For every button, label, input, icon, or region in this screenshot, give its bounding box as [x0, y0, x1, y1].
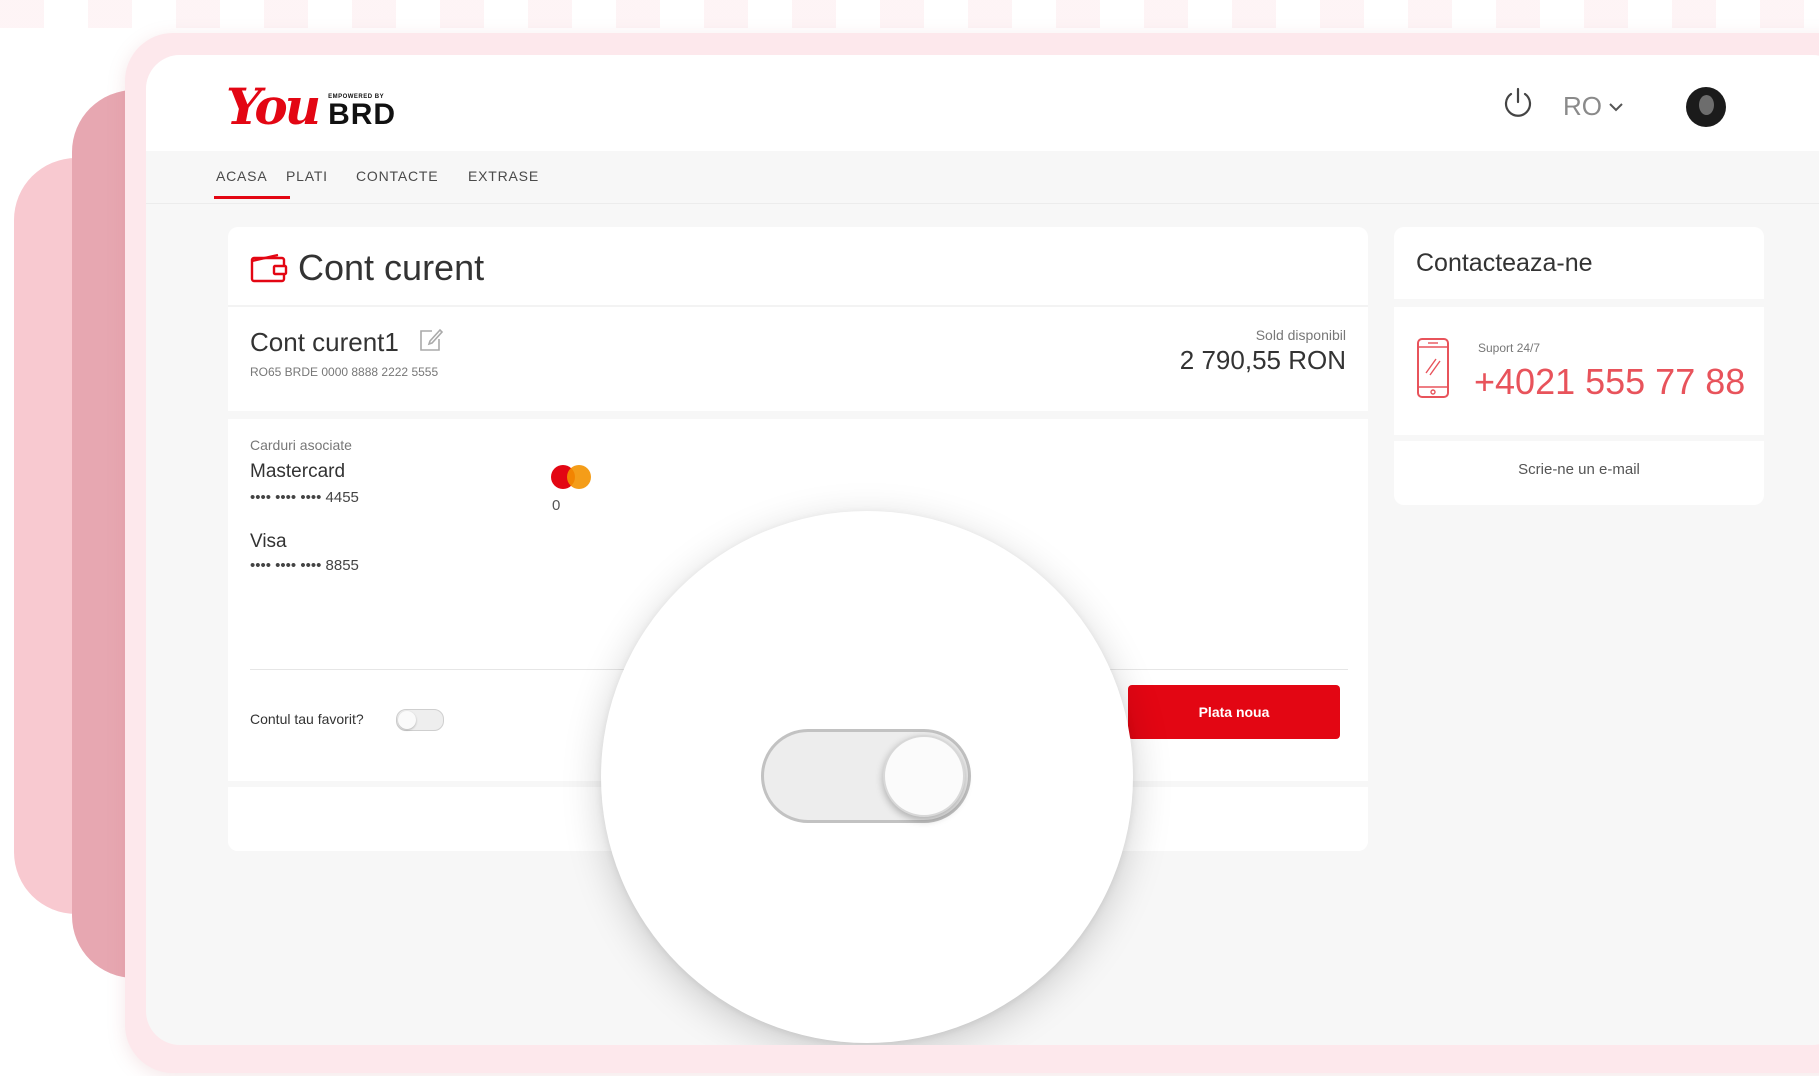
contact-card-footer: Scrie-ne un e-mail [1394, 441, 1764, 505]
active-tab-indicator [214, 196, 290, 199]
card-number-mastercard: •••• •••• •••• 4455 [250, 489, 359, 506]
contact-card-title: Contacteaza-ne [1416, 249, 1593, 277]
favorite-toggle-knob [398, 711, 416, 729]
avatar-face [1699, 95, 1714, 115]
account-iban: RO65 BRDE 0000 8888 2222 5555 [250, 365, 439, 379]
card-name-visa: Visa [250, 531, 287, 552]
account-summary: Cont curent1 RO65 BRDE 0000 8888 2222 55… [228, 307, 1368, 419]
support-label: Suport 24/7 [1478, 341, 1541, 355]
tab-acasa[interactable]: ACASA [216, 168, 267, 184]
card-expiry-partial: 0 [552, 497, 561, 514]
power-icon[interactable] [1500, 85, 1536, 121]
main-nav: ACASA PLATI CONTACTE EXTRASE [146, 151, 1819, 204]
phone-icon [1417, 338, 1449, 398]
wallet-icon [250, 253, 288, 283]
contact-card-body: Suport 24/7 +4021 555 77 88 [1394, 307, 1764, 435]
support-phone-number[interactable]: +4021 555 77 88 [1474, 361, 1745, 403]
top-bar: You EMPOWERED BY BRD RO [146, 55, 1819, 151]
contact-card-header: Contacteaza-ne [1394, 227, 1764, 299]
brand-logo[interactable]: You EMPOWERED BY BRD [226, 77, 396, 133]
favorite-label: Contul tau favorit? [250, 711, 364, 727]
contact-card: Contacteaza-ne Suport 24/7 +4021 555 77 … [1394, 227, 1764, 505]
tab-extrase[interactable]: EXTRASE [468, 168, 539, 184]
favorite-toggle[interactable] [396, 709, 444, 731]
logo-brd-text: BRD [328, 98, 397, 131]
avatar[interactable] [1686, 87, 1726, 127]
chevron-down-icon [1609, 102, 1623, 111]
account-name: Cont curent1 [250, 327, 399, 357]
tab-contacte[interactable]: CONTACTE [356, 168, 438, 184]
magnified-toggle[interactable] [761, 729, 971, 823]
cards-label: Carduri asociate [250, 437, 352, 453]
card-name-mastercard: Mastercard [250, 461, 346, 482]
app-screen: You EMPOWERED BY BRD RO ACASA PLATI CONT… [146, 55, 1819, 1045]
stage: You EMPOWERED BY BRD RO ACASA PLATI CONT… [0, 0, 1819, 1076]
email-link[interactable]: Scrie-ne un e-mail [1394, 461, 1764, 478]
new-payment-button[interactable]: Plata noua [1128, 685, 1340, 739]
account-card-title: Cont curent [298, 247, 485, 288]
card-number-visa: •••• •••• •••• 8855 [250, 557, 359, 574]
language-selector[interactable]: RO [1563, 91, 1624, 122]
tab-plati[interactable]: PLATI [286, 168, 328, 184]
balance-label: Sold disponibil [1255, 327, 1346, 343]
magnified-toggle-knob [883, 735, 965, 817]
account-card-header: Cont curent [228, 227, 1368, 307]
mastercard-icon [551, 465, 591, 489]
magnifier-overlay [601, 511, 1133, 1043]
edit-icon[interactable] [418, 327, 444, 353]
language-label: RO [1563, 91, 1602, 121]
background-pattern [0, 0, 1819, 28]
balance-value: 2 790,55 RON [1179, 345, 1346, 375]
logo-you-text: You [226, 77, 321, 136]
logo-brd-block: EMPOWERED BY BRD [328, 94, 397, 131]
